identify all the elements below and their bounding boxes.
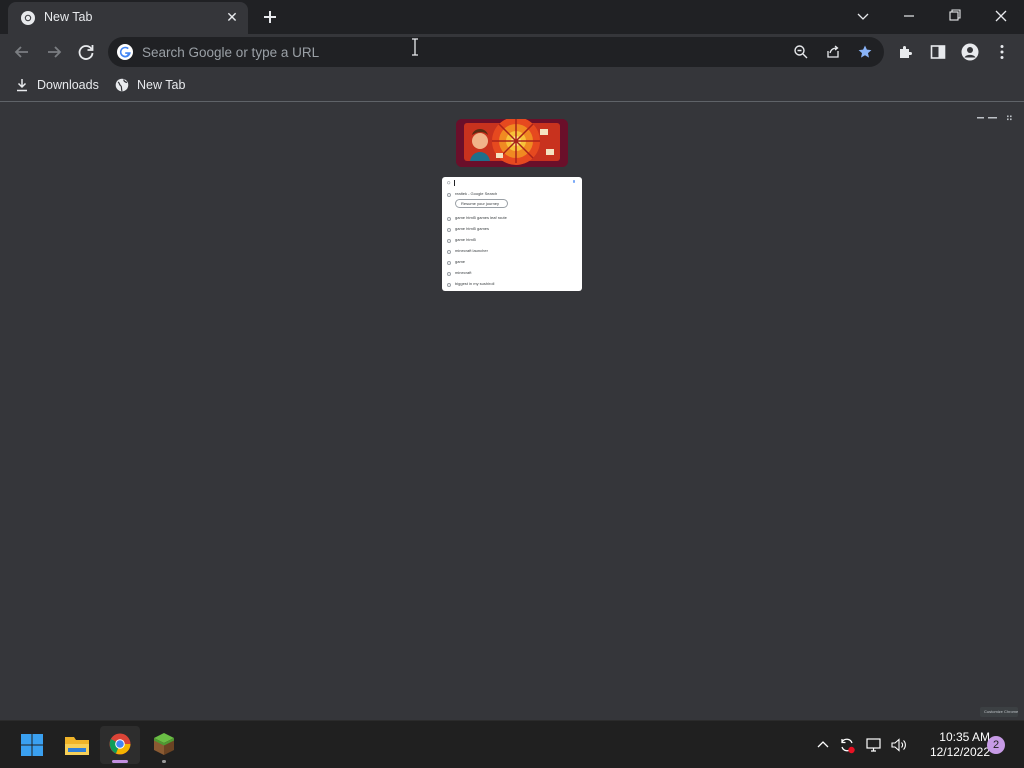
tab-close-icon[interactable]: ✕ <box>224 9 240 25</box>
sync-alert-icon[interactable] <box>838 736 856 754</box>
profile-icon[interactable] <box>961 43 979 61</box>
back-icon[interactable] <box>10 40 34 64</box>
forward-icon[interactable] <box>42 40 66 64</box>
tab-new-tab[interactable]: New Tab ✕ <box>8 2 248 34</box>
bookmark-label: New Tab <box>137 78 186 92</box>
omnibox-placeholder: Search Google or type a URL <box>142 45 320 60</box>
suggestion-item[interactable]: game html5 games <box>447 225 577 235</box>
bookmarks-bar: Downloads New Tab <box>0 70 1024 102</box>
suggestion-item[interactable]: game html5 <box>447 236 577 246</box>
restore-icon[interactable] <box>940 4 970 28</box>
customize-chrome-button[interactable]: Customize Chrome <box>980 707 1018 717</box>
search-suggestions-dropdown: realtek - Google Search Resume your jour… <box>442 177 582 291</box>
star-icon[interactable] <box>857 44 873 60</box>
apps-links-icon[interactable] <box>976 115 1016 121</box>
history-icon <box>447 250 451 254</box>
new-tab-page: realtek - Google Search Resume your jour… <box>0 103 1024 720</box>
text-caret <box>454 180 455 186</box>
bookmark-new-tab[interactable]: New Tab <box>115 76 195 96</box>
clock-time: 10:35 AM <box>939 730 990 744</box>
zoom-icon[interactable] <box>793 44 809 60</box>
suggestion-item[interactable]: minecraft launcher <box>447 247 577 257</box>
text-cursor-icon <box>412 38 418 56</box>
omnibox[interactable]: Search Google or type a URL <box>108 37 884 67</box>
plus-icon[interactable] <box>258 6 282 28</box>
share-icon[interactable] <box>825 44 841 60</box>
minecraft-icon <box>154 733 174 755</box>
search-icon <box>447 181 451 185</box>
mic-icon[interactable] <box>572 180 576 185</box>
extensions-icon[interactable] <box>897 43 915 61</box>
taskbar-file-explorer[interactable] <box>56 726 96 764</box>
title-bar: New Tab ✕ <box>0 0 1024 34</box>
top-right-links <box>976 108 1016 121</box>
history-icon <box>447 272 451 276</box>
windows-start-icon <box>21 734 43 756</box>
suggestion-item[interactable]: minecraft <box>447 269 577 279</box>
network-icon[interactable] <box>865 736 883 754</box>
minimize-icon[interactable] <box>894 4 924 28</box>
bookmark-label: Downloads <box>37 78 99 92</box>
history-icon <box>447 193 451 197</box>
menu-icon[interactable] <box>993 43 1011 61</box>
download-icon <box>17 79 27 92</box>
suggestion-item[interactable]: game <box>447 258 577 268</box>
reload-icon[interactable] <box>74 40 98 64</box>
start-button[interactable] <box>12 726 52 764</box>
taskbar: 10:35 AM 12/12/2022 2 <box>0 720 1024 768</box>
doodle-image <box>456 119 568 167</box>
close-window-icon[interactable] <box>986 4 1016 28</box>
taskbar-minecraft[interactable] <box>144 726 184 764</box>
history-icon <box>447 228 451 232</box>
suggestion-item[interactable]: biggest in my sushiroll <box>447 280 577 290</box>
system-clock[interactable]: 10:35 AM 12/12/2022 <box>912 730 990 760</box>
running-app-indicator <box>162 760 166 763</box>
globe-icon <box>115 78 129 92</box>
notification-badge[interactable]: 2 <box>987 736 1005 754</box>
bookmark-downloads[interactable]: Downloads <box>15 76 105 96</box>
chevron-down-icon[interactable] <box>848 4 878 28</box>
side-panel-icon[interactable] <box>929 43 947 61</box>
history-icon <box>447 261 451 265</box>
history-icon <box>447 239 451 243</box>
google-doodle[interactable] <box>456 119 568 167</box>
toolbar: Search Google or type a URL <box>0 34 1024 70</box>
chrome-icon <box>109 733 131 755</box>
tab-title: New Tab <box>44 10 93 24</box>
chevron-up-icon[interactable] <box>814 736 832 754</box>
volume-icon[interactable] <box>890 736 908 754</box>
clock-date: 12/12/2022 <box>929 745 990 759</box>
chrome-favicon-icon <box>21 11 35 25</box>
history-icon <box>447 217 451 221</box>
taskbar-chrome[interactable] <box>100 726 140 764</box>
active-app-indicator <box>112 760 128 763</box>
history-icon <box>447 283 451 287</box>
suggestion-item[interactable]: game html5 games leaf route <box>447 214 577 224</box>
file-explorer-icon <box>65 737 89 755</box>
google-icon <box>117 44 133 60</box>
resume-journey-chip[interactable]: Resume your journey <box>455 199 508 208</box>
